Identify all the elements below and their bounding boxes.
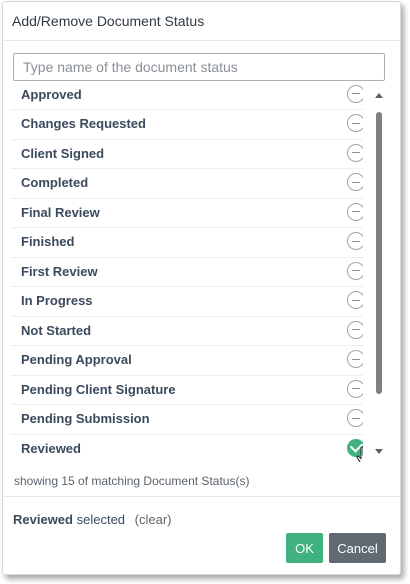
status-label: Client Signed — [21, 145, 105, 161]
status-list: Approved Changes Requested Client Signed Co… — [11, 82, 363, 462]
match-count-text: showing 15 of matching Document Status(s… — [14, 474, 250, 488]
status-row[interactable]: In Progress — [11, 287, 363, 317]
ok-button[interactable]: OK — [286, 533, 323, 563]
dialog-footer: Reviewed selected (clear) OK Cancel — [3, 496, 400, 574]
status-label: Approved — [21, 86, 82, 102]
scroll-up-icon[interactable] — [375, 93, 383, 98]
status-label: Pending Submission — [21, 411, 150, 426]
minus-circle-icon[interactable] — [347, 114, 363, 132]
clear-selection-link[interactable]: (clear) — [135, 512, 172, 527]
status-label: In Progress — [21, 293, 93, 308]
status-row[interactable]: Pending Client Signature — [11, 376, 363, 405]
check-circle-icon[interactable] — [347, 438, 363, 462]
status-row[interactable]: First Review — [11, 258, 363, 287]
minus-circle-icon[interactable] — [347, 350, 363, 368]
minus-circle-icon[interactable] — [347, 173, 363, 191]
status-label: Pending Approval — [21, 352, 132, 367]
status-row[interactable]: Approved — [11, 82, 363, 110]
status-row[interactable]: Pending Submission — [11, 405, 363, 435]
minus-circle-icon[interactable] — [347, 143, 363, 162]
minus-circle-icon[interactable] — [347, 261, 363, 280]
selected-suffix: selected — [76, 512, 126, 527]
cancel-button[interactable]: Cancel — [329, 533, 386, 563]
status-label: Changes Requested — [21, 116, 146, 131]
status-label: Reviewed — [21, 440, 81, 456]
status-label: Completed — [21, 175, 89, 190]
status-label: First Review — [21, 263, 98, 279]
hand-pointer-icon — [356, 445, 363, 462]
status-search-input[interactable] — [13, 53, 385, 81]
minus-circle-icon[interactable] — [347, 232, 363, 250]
minus-circle-icon[interactable] — [347, 409, 363, 427]
add-remove-status-dialog: Add/Remove Document Status Approved Chang… — [2, 1, 401, 575]
status-label: Finished — [21, 234, 75, 249]
dialog-header: Add/Remove Document Status — [3, 2, 400, 41]
status-row[interactable]: Finished — [11, 228, 363, 258]
selected-status-name: Reviewed — [13, 512, 73, 527]
status-row[interactable]: Reviewed — [11, 435, 363, 462]
status-label: Not Started — [21, 322, 92, 338]
minus-circle-icon[interactable] — [347, 320, 363, 339]
status-row[interactable]: Final Review — [11, 199, 363, 228]
status-row[interactable]: Client Signed — [11, 140, 363, 169]
scroll-down-icon[interactable] — [375, 449, 383, 454]
status-row[interactable]: Changes Requested — [11, 110, 363, 140]
minus-circle-icon[interactable] — [347, 379, 363, 398]
status-label: Pending Client Signature — [21, 381, 176, 397]
minus-circle-icon[interactable] — [347, 84, 363, 103]
dialog-title: Add/Remove Document Status — [12, 13, 205, 29]
selection-summary: Reviewed selected (clear) — [13, 512, 172, 527]
scrollbar-thumb[interactable] — [376, 112, 382, 394]
minus-circle-icon[interactable] — [347, 202, 363, 221]
status-label: Final Review — [21, 204, 100, 220]
minus-circle-icon[interactable] — [347, 291, 363, 309]
status-row[interactable]: Pending Approval — [11, 346, 363, 376]
status-row[interactable]: Not Started — [11, 317, 363, 346]
status-row[interactable]: Completed — [11, 169, 363, 199]
